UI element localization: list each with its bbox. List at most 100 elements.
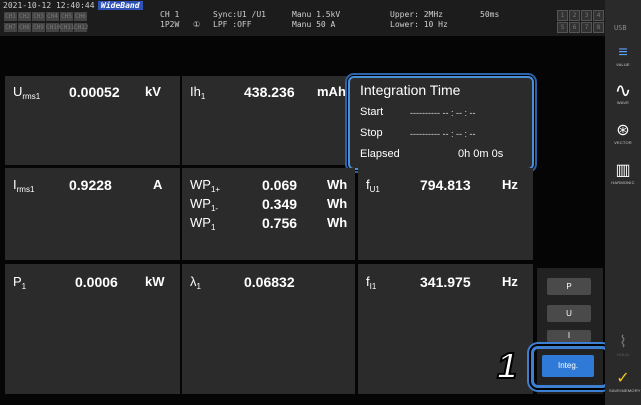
fu-unit: Hz (502, 177, 518, 192)
channel-box: 4 (593, 10, 604, 21)
integration-time-panel: Integration Time Start ---------- -- : -… (348, 76, 534, 170)
stop-value: ---------- -- : -- : -- (410, 129, 476, 139)
mode-badge: WideBand (98, 1, 143, 10)
ch-indicator: CH4 (46, 12, 59, 21)
ch-indicator: CH11 (60, 23, 75, 32)
wp-minus-value: 0.349 (262, 196, 298, 212)
fu-cell: fU1 794.813 Hz (358, 168, 533, 260)
wp-label: WP1 (190, 215, 216, 232)
wp-plus-label: WP1+ (190, 177, 221, 194)
channel-boxes: 1234 5678 (557, 10, 605, 34)
p-button[interactable]: P (547, 278, 591, 295)
channel-box: 1 (557, 10, 568, 21)
ih-value: 438.236 (244, 84, 295, 100)
channel-box: 3 (581, 10, 592, 21)
channel-box: 5 (557, 22, 568, 33)
voltage-range: Manu 1.5kV (292, 10, 341, 19)
wiring-label: 1P2W (160, 20, 180, 29)
harmonic-button[interactable]: ▥ HARMONIC (609, 162, 637, 188)
wp-cell: WP1+ 0.069 Wh WP1- 0.349 Wh WP1 0.756 Wh (182, 168, 355, 260)
p-unit: kW (145, 274, 165, 289)
ih-unit: mAh (317, 84, 346, 99)
start-label: Start (360, 106, 384, 118)
channel-box: 6 (569, 22, 580, 33)
wave-label: WAVE (616, 100, 630, 105)
ch-indicator: CH7 (4, 23, 17, 32)
channel-label: CH 1 (160, 10, 180, 19)
stop-label: Stop (360, 127, 383, 139)
elapsed-value: 0h 0m 0s (458, 148, 504, 160)
vector-icon: ⊛ (616, 122, 630, 139)
urms-label: Urms1 (13, 84, 41, 101)
channel-box: 7 (581, 22, 592, 33)
callout-number: 1 (496, 344, 518, 387)
wp-plus-unit: Wh (327, 177, 348, 192)
ch-indicator: CH9 (32, 23, 45, 32)
hold-icon: ⌇ (619, 334, 627, 351)
urms-unit: kV (145, 84, 161, 99)
wp-unit: Wh (327, 215, 348, 230)
u-button[interactable]: U (547, 305, 591, 322)
lambda-cell: λ1 0.06832 (182, 264, 355, 394)
status-bar: 2021-10-12 12:40:44 WideBand CH1 CH2 CH3 CH… (0, 0, 605, 36)
wave-icon: ∿ (614, 80, 632, 102)
irms-unit: A (153, 177, 163, 192)
urms-value: 0.00052 (69, 84, 120, 100)
channel-box: 2 (569, 10, 580, 21)
integ-button[interactable]: Integ. (542, 355, 594, 377)
ih-cell: Ih1 438.236 mAh (182, 76, 352, 165)
vector-button[interactable]: ⊛ VECTOR (609, 122, 637, 148)
interval-label: 50ms (480, 10, 500, 19)
save-icon: ✓ (616, 370, 630, 387)
ch-indicator: CH6 (74, 12, 87, 21)
save-label: SAVE/MEMORY (609, 388, 641, 393)
irms-value: 0.9228 (69, 177, 112, 193)
harmonic-icon: ▥ (615, 162, 631, 179)
ch-indicator: CH3 (32, 12, 45, 21)
lpf-label: LPF :OFF (213, 20, 252, 29)
irms-label: Irms1 (13, 177, 35, 194)
ch-indicator: CH1 (4, 12, 17, 21)
fu-value: 794.813 (420, 177, 471, 193)
harmonic-label: HARMONIC (611, 180, 635, 185)
vector-label: VECTOR (614, 140, 632, 145)
lower-limit: Lower: 10 Hz (390, 20, 448, 29)
ch-indicator: CH8 (18, 23, 31, 32)
sync-label: Sync:U1 /U1 (213, 10, 266, 19)
value-button[interactable]: ≡ VALUE (609, 44, 637, 70)
hold-label: HOLD (617, 352, 629, 357)
p-cell: P1 0.0006 kW (5, 264, 180, 394)
i-button[interactable]: I (547, 330, 591, 342)
right-sidebar: USB ≡ VALUE ∿ WAVE ⊛ VECTOR ▥ HARMONIC ⌇… (605, 0, 641, 405)
fi-unit: Hz (502, 274, 518, 289)
ch-indicator: CH10 (46, 23, 61, 32)
save-button[interactable]: ✓ SAVE/MEMORY (609, 370, 641, 396)
integration-title: Integration Time (360, 82, 461, 98)
wp-minus-label: WP1- (190, 196, 219, 213)
wp-minus-unit: Wh (327, 196, 348, 211)
fi-label: fI1 (366, 274, 377, 291)
channel-box: 8 (593, 22, 604, 33)
irms-cell: Irms1 0.9228 A (5, 168, 180, 260)
lambda-label: λ1 (190, 274, 201, 291)
lambda-value: 0.06832 (244, 274, 295, 290)
value-label: VALUE (616, 62, 630, 67)
wave-button[interactable]: ∿ WAVE (609, 80, 637, 108)
usb-indicator: USB (614, 24, 627, 32)
value-icon: ≡ (618, 44, 628, 61)
ch-indicator: CH5 (60, 12, 73, 21)
current-range: Manu 50 A (292, 20, 336, 29)
ch-indicator: CH12 (74, 23, 89, 32)
ih-label: Ih1 (190, 84, 206, 101)
wp-plus-value: 0.069 (262, 177, 298, 193)
channel-indicators: CH1 CH2 CH3 CH4 CH5 CH6 CH7 CH8 CH9 CH10CH11CH12 (4, 11, 88, 33)
ch-indicator: CH2 (18, 12, 31, 21)
fi-value: 341.975 (420, 274, 471, 290)
wp-value: 0.756 (262, 215, 298, 231)
hold-button[interactable]: ⌇ HOLD (609, 334, 637, 360)
fu-label: fU1 (366, 177, 380, 194)
datetime: 2021-10-12 12:40:44 (3, 1, 95, 10)
urms-cell: Urms1 0.00052 kV (5, 76, 180, 165)
info-icon: ① (193, 20, 201, 29)
p-label: P1 (13, 274, 27, 291)
